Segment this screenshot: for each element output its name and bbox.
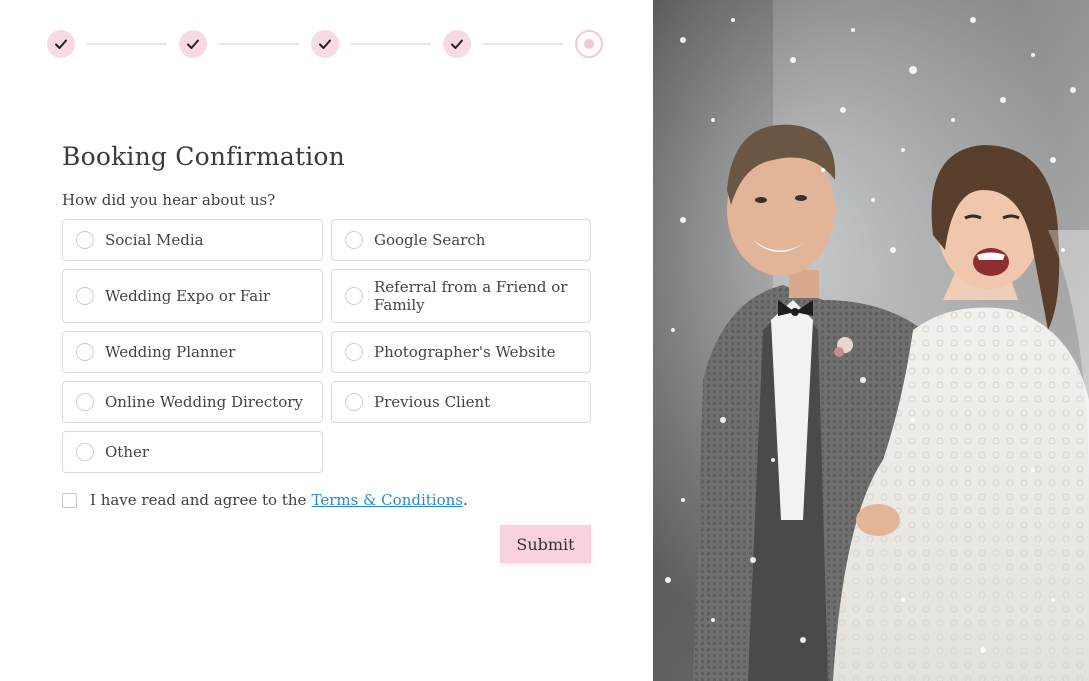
terms-link[interactable]: Terms & Conditions	[311, 491, 462, 509]
referral-option[interactable]: Online Wedding Directory	[62, 381, 323, 423]
referral-option-label: Wedding Expo or Fair	[105, 287, 271, 305]
referral-option[interactable]: Social Media	[62, 219, 323, 261]
referral-option[interactable]: Wedding Planner	[62, 331, 323, 373]
step-3-complete	[311, 30, 339, 58]
referral-option-label: Previous Client	[374, 393, 491, 411]
progress-stepper	[47, 30, 604, 58]
page-title: Booking Confirmation	[62, 142, 345, 171]
referral-option[interactable]: Photographer's Website	[331, 331, 591, 373]
referral-option-label: Wedding Planner	[105, 343, 236, 361]
step-1-complete	[47, 30, 75, 58]
radio-button[interactable]	[76, 393, 94, 411]
referral-option-label: Photographer's Website	[374, 343, 556, 361]
referral-option[interactable]: Referral from a Friend or Family	[331, 269, 591, 323]
radio-button[interactable]	[345, 393, 363, 411]
wedding-photo-illustration	[653, 0, 1089, 681]
check-icon	[451, 39, 463, 49]
terms-row: I have read and agree to the Terms & Con…	[62, 490, 468, 510]
question-label: How did you hear about us?	[62, 191, 276, 209]
radio-button[interactable]	[76, 443, 94, 461]
current-dot-icon	[584, 39, 594, 49]
radio-button[interactable]	[345, 231, 363, 249]
step-4-complete	[443, 30, 471, 58]
terms-prefix-text: I have read and agree to the	[90, 491, 307, 509]
step-connector	[483, 43, 563, 45]
submit-button[interactable]: Submit	[500, 525, 591, 563]
check-icon	[319, 39, 331, 49]
radio-button[interactable]	[345, 287, 363, 305]
terms-suffix-text: .	[462, 491, 468, 509]
referral-option[interactable]: Wedding Expo or Fair	[62, 269, 323, 323]
referral-option-label: Online Wedding Directory	[105, 393, 303, 411]
step-connector	[87, 43, 167, 45]
step-connector	[219, 43, 299, 45]
referral-option-label: Social Media	[105, 231, 204, 249]
referral-option-label: Other	[105, 443, 150, 461]
referral-option-label: Google Search	[374, 231, 486, 249]
terms-checkbox[interactable]	[62, 492, 77, 508]
step-5-current	[575, 30, 603, 58]
check-icon	[187, 39, 199, 49]
referral-option[interactable]: Google Search	[331, 219, 591, 261]
referral-option[interactable]: Previous Client	[331, 381, 591, 423]
referral-option-label: Referral from a Friend or Family	[374, 278, 568, 314]
radio-button[interactable]	[76, 231, 94, 249]
step-2-complete	[179, 30, 207, 58]
radio-button[interactable]	[345, 343, 363, 361]
referral-option[interactable]: Other	[62, 431, 323, 473]
step-connector	[351, 43, 431, 45]
radio-button[interactable]	[76, 287, 94, 305]
radio-button[interactable]	[76, 343, 94, 361]
wedding-couple-photo	[653, 0, 1089, 681]
check-icon	[55, 39, 67, 49]
